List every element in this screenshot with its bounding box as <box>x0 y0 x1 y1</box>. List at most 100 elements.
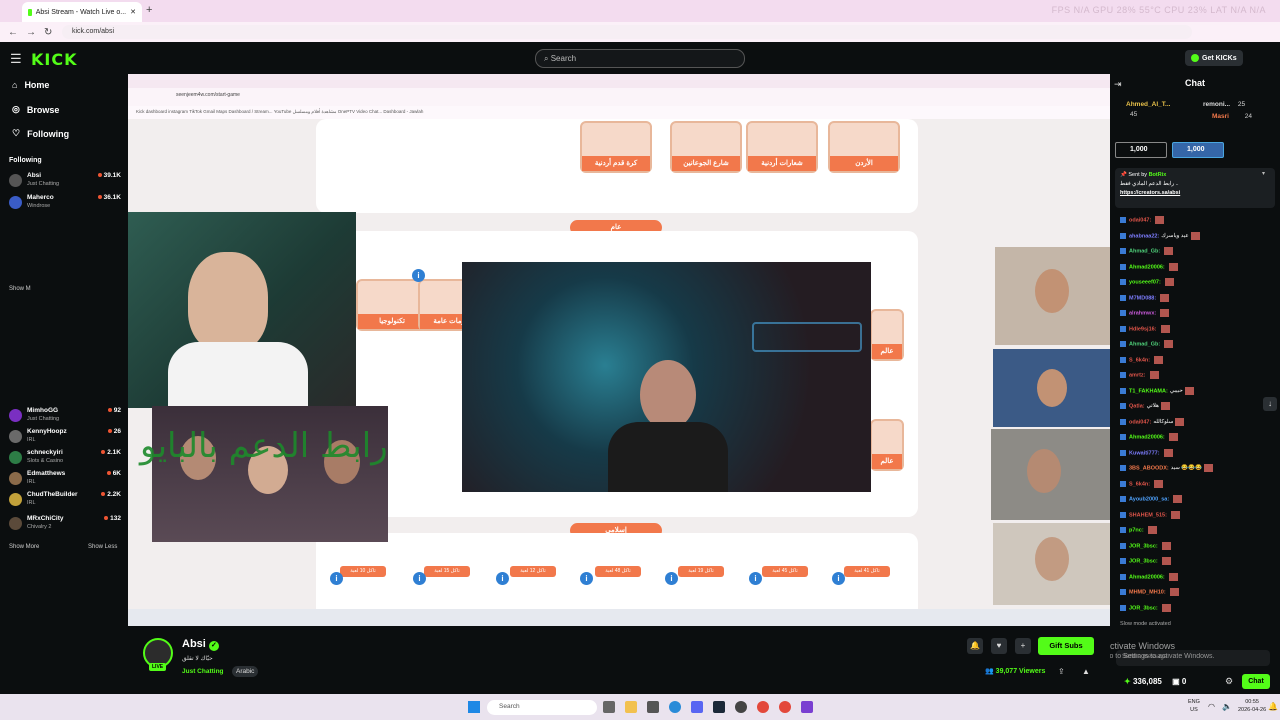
chat-message[interactable]: Ayoub2000_sa: <box>1120 495 1275 503</box>
notification-bell-icon[interactable]: 🔔 <box>967 638 983 654</box>
chat-username[interactable]: 3BS_ABOODX: <box>1129 465 1169 471</box>
discord-icon[interactable] <box>691 701 703 713</box>
channel-points[interactable]: ✦ 336,085 ▣ 0 <box>1124 677 1186 686</box>
system-clock[interactable]: 00:55 2026-04-26 <box>1238 698 1266 714</box>
chat-settings-gear-icon[interactable]: ⚙ <box>1225 676 1233 687</box>
pin-expand-icon[interactable]: ▾ <box>1262 170 1265 177</box>
obs-icon[interactable] <box>735 701 747 713</box>
channel-item[interactable]: schneckyiri Slots & Casino 2.1K <box>9 448 121 468</box>
chat-message[interactable]: SHAHEM_515: <box>1120 510 1275 519</box>
channel-item[interactable]: ChudTheBuilder IRL 2.2K <box>9 490 121 510</box>
chat-username[interactable]: MHMD_MH10: <box>1129 589 1166 595</box>
chat-message[interactable]: S_6k4n: <box>1120 479 1275 488</box>
show-more-link[interactable]: Show M <box>9 286 31 292</box>
file-explorer-icon[interactable] <box>625 701 637 713</box>
taskbar-search[interactable]: Search <box>487 700 597 715</box>
share-icon[interactable]: ⇪ <box>1058 667 1065 676</box>
chat-username[interactable]: Kuwaiti777: <box>1129 450 1160 456</box>
chat-message[interactable]: Ahmad_Gb: <box>1120 340 1275 348</box>
chat-username[interactable]: Ahmad_Gb: <box>1129 248 1160 254</box>
chat-username[interactable]: odai047: <box>1129 419 1151 425</box>
chat-username[interactable]: Qatla: <box>1129 403 1145 409</box>
language-tag[interactable]: Arabic <box>232 666 259 677</box>
chat-message[interactable]: alrahmwx: <box>1120 309 1275 317</box>
chat-message[interactable]: Ahmad20006: <box>1120 433 1275 441</box>
pinned-message[interactable]: 📌 Sent by BotRix رابط الدعم المادي فقط .… <box>1115 168 1275 208</box>
chat-username[interactable]: p7nc: <box>1129 527 1144 533</box>
back-icon[interactable]: ← <box>8 27 18 38</box>
sidebar-item-browse[interactable]: ◎ Browse <box>12 104 59 115</box>
get-kicks-button[interactable]: Get KICKs <box>1185 50 1243 66</box>
chat-message[interactable]: JOR_3bsc: <box>1120 603 1275 612</box>
chat-message[interactable]: youseeef07: <box>1120 278 1275 286</box>
sidebar-item-following[interactable]: ♡ Following <box>12 128 69 139</box>
chat-message[interactable]: MHMD_MH10: <box>1120 588 1275 596</box>
forward-icon[interactable]: → <box>26 27 36 38</box>
sidebar-item-home[interactable]: ⌂ Home <box>12 80 49 90</box>
hamburger-menu-icon[interactable]: ☰ <box>10 51 22 67</box>
chat-message[interactable]: Qatla: هلاتي <box>1120 402 1275 410</box>
goal-badge-right[interactable]: 1,000 <box>1172 142 1224 158</box>
chat-message[interactable]: ahabnaa22: عيد وياسرك <box>1120 231 1275 240</box>
chat-username[interactable]: JOR_3bsc: <box>1129 543 1158 549</box>
gift-subs-button[interactable]: Gift Subs <box>1038 637 1094 655</box>
gift-icon[interactable]: + <box>1015 638 1031 654</box>
streamer-name[interactable]: Absi ✓ <box>182 638 219 651</box>
close-tab-icon[interactable]: ✕ <box>130 8 136 16</box>
chat-message[interactable]: Ahmad20006: <box>1120 262 1275 271</box>
edge-icon[interactable] <box>669 701 681 713</box>
chat-username[interactable]: Ahmad_Gb: <box>1129 341 1160 347</box>
chat-username[interactable]: ahabnaa22: <box>1129 233 1159 239</box>
chat-message[interactable]: odai047: <box>1120 216 1275 224</box>
channel-item[interactable]: MimhoGG Just Chatting 92 <box>9 406 121 426</box>
volume-icon[interactable]: 🔈 <box>1222 702 1232 711</box>
send-chat-button[interactable]: Chat <box>1242 674 1270 689</box>
chat-message[interactable]: JOR_3bsc: <box>1120 541 1275 550</box>
app-icon[interactable] <box>801 701 813 713</box>
kick-logo[interactable]: KICK <box>31 50 78 69</box>
chat-username[interactable]: JOR_3bsc: <box>1129 605 1158 611</box>
task-view-icon[interactable] <box>603 701 615 713</box>
channel-item[interactable]: Edmatthews IRL 6K <box>9 469 121 489</box>
reload-icon[interactable]: ↻ <box>44 27 52 38</box>
chat-username[interactable]: amrtz: <box>1129 372 1146 378</box>
search-input[interactable]: ⌕ Search <box>535 49 745 68</box>
chrome-icon[interactable] <box>757 701 769 713</box>
chat-message[interactable]: M7MD088: <box>1120 293 1275 302</box>
chat-message[interactable]: amrtz: <box>1120 371 1275 379</box>
chrome-profile-icon[interactable] <box>779 701 791 713</box>
chat-username[interactable]: Ahmad20006: <box>1129 434 1165 440</box>
chat-username[interactable]: T1_FAKHAMA: <box>1129 388 1168 394</box>
chat-message[interactable]: Ahmad_Gb: <box>1120 247 1275 255</box>
channel-item[interactable]: Maherco Windrose 36.1K <box>9 193 121 213</box>
pinned-link[interactable]: https://creators.sa/absi <box>1120 189 1270 198</box>
stream-category[interactable]: Just Chatting <box>182 668 224 675</box>
steam-icon[interactable] <box>713 701 725 713</box>
chat-username[interactable]: S_6k4n: <box>1129 481 1150 487</box>
chat-message[interactable]: odai047: سلوكالله <box>1120 417 1275 426</box>
chat-username[interactable]: JOR_3bsc: <box>1129 558 1158 564</box>
chat-username[interactable]: alrahmwx: <box>1129 310 1156 316</box>
top-gifter[interactable]: Masri 24 <box>1212 113 1252 120</box>
new-tab-button[interactable]: + <box>146 4 152 16</box>
top-gifter[interactable]: Ahmed_Al_T... 45 <box>1126 101 1170 118</box>
notification-icon[interactable]: 🔔 <box>1268 702 1278 711</box>
windows-start-icon[interactable] <box>468 701 480 713</box>
channel-item[interactable]: Absi Just Chatting 39.1K <box>9 171 121 191</box>
chat-message[interactable]: HdIe9sj16: <box>1120 324 1275 333</box>
report-icon[interactable]: ▲ <box>1082 667 1090 676</box>
show-less-button[interactable]: Show Less <box>88 544 117 550</box>
chat-username[interactable]: M7MD088: <box>1129 295 1156 301</box>
chat-username[interactable]: Ayoub2000_sa: <box>1129 496 1169 502</box>
goal-badge-left[interactable]: 1,000 <box>1115 142 1167 158</box>
stream-video[interactable]: seenjeem4w.com/start-game Kick dashboard… <box>128 74 1110 626</box>
chat-message[interactable]: T1_FAKHAMA: حبيبي <box>1120 386 1275 395</box>
wifi-icon[interactable]: ◠ <box>1208 702 1215 711</box>
chat-message[interactable]: S_6k4n: <box>1120 355 1275 364</box>
chat-message[interactable]: JOR_3bsc: <box>1120 557 1275 565</box>
chat-username[interactable]: S_6k4n: <box>1129 357 1150 363</box>
chat-username[interactable]: Ahmad20006: <box>1129 574 1165 580</box>
input-language[interactable]: ENG US <box>1188 698 1200 714</box>
url-field[interactable]: kick.com/absi <box>62 25 1192 39</box>
chat-username[interactable]: HdIe9sj16: <box>1129 326 1157 332</box>
